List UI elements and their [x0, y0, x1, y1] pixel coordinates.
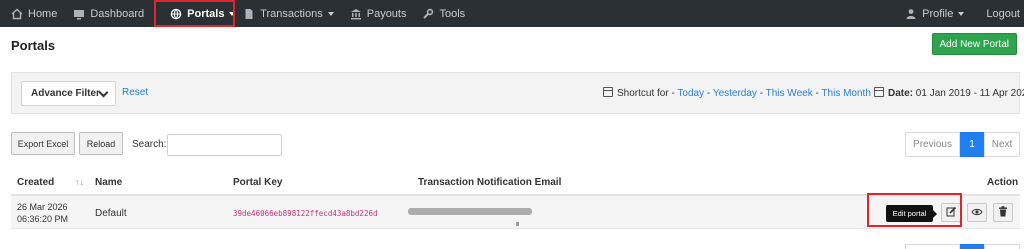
advance-filter-dropdown[interactable]: Advance Filter	[21, 81, 116, 106]
home-icon	[11, 8, 23, 20]
globe-icon	[170, 8, 182, 20]
top-navbar: Home Dashboard Portals Transactions Payo…	[0, 0, 1024, 27]
nav-transactions[interactable]: Transactions	[235, 0, 342, 27]
user-icon	[905, 8, 917, 20]
filter-bar: Advance Filter Reset Shortcut for - Toda…	[11, 72, 1024, 114]
date-range[interactable]: Date: 01 Jan 2019 - 11 Apr 2026	[874, 87, 1024, 99]
nav-profile[interactable]: Profile	[897, 0, 972, 27]
sort-icon[interactable]: ↑↓	[75, 177, 84, 187]
nav-tools-label: Tools	[439, 7, 466, 20]
add-new-portal-button[interactable]: Add New Portal	[931, 33, 1017, 55]
advance-filter-label: Advance Filter	[31, 88, 100, 99]
trash-icon	[998, 205, 1008, 220]
search-input[interactable]	[167, 134, 282, 156]
column-header-created[interactable]: Created	[17, 177, 54, 188]
bottom-pagination-next[interactable]	[984, 244, 1020, 249]
cell-created-date: 26 Mar 2026	[17, 202, 68, 212]
nav-tools[interactable]: Tools	[414, 0, 473, 27]
nav-payouts[interactable]: Payouts	[342, 0, 415, 27]
column-header-name[interactable]: Name	[95, 177, 122, 188]
nav-logout[interactable]: Logout	[978, 0, 1024, 27]
date-shortcuts: Shortcut for - Today - Yesterday - This …	[603, 87, 871, 99]
export-excel-button[interactable]: Export Excel	[11, 132, 75, 155]
nav-dashboard[interactable]: Dashboard	[65, 0, 152, 27]
document-icon	[243, 8, 255, 20]
nav-dashboard-label: Dashboard	[90, 7, 145, 20]
chevron-down-icon	[98, 87, 109, 98]
date-range-value: 01 Jan 2019 - 11 Apr 2026	[915, 88, 1024, 99]
nav-logout-label: Logout	[986, 7, 1020, 20]
bottom-pagination-previous[interactable]	[905, 244, 960, 249]
cell-name: Default	[95, 208, 127, 219]
nav-transactions-label: Transactions	[260, 7, 323, 20]
column-header-portal-key[interactable]: Portal Key	[233, 177, 282, 188]
nav-portals-label: Portals	[187, 7, 225, 20]
redacted-email	[408, 208, 532, 215]
reset-link[interactable]: Reset	[122, 87, 148, 98]
shortcut-this-week[interactable]: This Week	[766, 88, 813, 99]
monitor-icon	[73, 8, 85, 20]
nav-payouts-label: Payouts	[366, 7, 407, 20]
nav-right: Profile Logout	[897, 0, 1024, 27]
pagination-page-1[interactable]: 1	[960, 132, 984, 157]
bottom-pagination-page-1[interactable]	[960, 244, 984, 249]
date-label: Date:	[888, 88, 914, 99]
wrench-icon	[422, 8, 434, 20]
redaction-mark	[516, 222, 519, 226]
calendar-icon	[874, 87, 884, 97]
cell-created-time: 06:36:20 PM	[17, 214, 69, 224]
chevron-down-icon	[327, 11, 334, 16]
nav-profile-label: Profile	[922, 7, 954, 20]
action-highlight-box	[867, 193, 962, 227]
pagination-next[interactable]: Next	[984, 132, 1020, 157]
delete-portal-button[interactable]	[993, 203, 1013, 222]
nav-portals[interactable]: Portals	[154, 0, 236, 27]
view-portal-button[interactable]	[967, 203, 987, 222]
shortcut-yesterday[interactable]: Yesterday	[713, 88, 757, 99]
chevron-down-icon	[958, 11, 965, 16]
column-header-action: Action	[987, 177, 1019, 188]
shortcut-prefix: Shortcut for -	[617, 88, 678, 99]
calendar-icon	[603, 87, 613, 97]
pagination-previous[interactable]: Previous	[905, 132, 960, 157]
page-title: Portals	[11, 38, 56, 53]
column-header-notification-email[interactable]: Transaction Notification Email	[418, 177, 561, 188]
shortcut-today[interactable]: Today	[677, 88, 704, 99]
cell-portal-key: 39de46066eb898122ffecd43a8bd226d	[233, 209, 378, 218]
search-label: Search:	[132, 139, 167, 150]
bank-icon	[350, 8, 362, 20]
eye-icon	[971, 206, 983, 220]
reload-button[interactable]: Reload	[79, 132, 123, 155]
nav-home-label: Home	[28, 7, 58, 20]
nav-home[interactable]: Home	[0, 0, 65, 27]
shortcut-this-month[interactable]: This Month	[821, 88, 870, 99]
